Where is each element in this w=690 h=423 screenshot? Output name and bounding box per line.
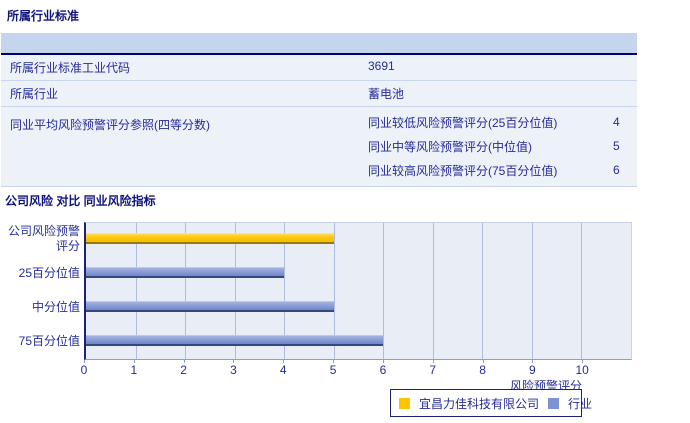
category-label-company-score: 公司风险预警评分	[7, 224, 80, 253]
table-row-peer-reference: 同业平均风险预警评分参照(四等分数) 同业较低风险预警评分(25百分位值) 4 …	[1, 107, 637, 187]
category-label-median: 中分位值	[31, 299, 80, 314]
gridline	[482, 223, 484, 359]
x-axis-ticks: 0 1 2 3 4 5 6 7 8 9 10	[80, 360, 632, 377]
subrow-low-risk: 同业较低风险预警评分(25百分位值) 4	[365, 110, 637, 134]
row-value: 3691	[368, 59, 395, 73]
subrow-value: 5	[613, 139, 620, 153]
chart-legend: 宜昌力佳科技有限公司 行业	[390, 389, 592, 417]
gridline	[581, 223, 583, 359]
x-tick-label: 7	[429, 363, 437, 377]
legend-label-industry: 行业	[568, 396, 593, 411]
industry-standard-table: 所属行业标准工业代码 3691 所属行业 蓄电池 同业平均风险预警评分参照(四等…	[1, 33, 637, 187]
gridline	[432, 223, 434, 359]
y-axis-category-labels: 公司风险预警评分 25百分位值中分位值 75百分位值	[0, 222, 80, 360]
legend-swatch-company	[399, 397, 410, 409]
x-tick-label: 6	[379, 363, 387, 377]
subrow-medium-risk: 同业中等风险预警评分(中位值) 5	[365, 134, 637, 158]
table-row-industry: 所属行业 蓄电池	[1, 81, 637, 107]
row-label: 所属行业	[10, 87, 59, 101]
table-header-band	[1, 33, 637, 55]
x-tick-label: 3	[230, 363, 237, 377]
legend-swatch-industry	[548, 397, 560, 409]
row-label: 所属行业标准工业代码	[10, 61, 131, 75]
bar-p75	[86, 335, 384, 346]
gridline	[531, 223, 533, 359]
x-tick-label: 9	[529, 363, 536, 377]
legend-label-company: 宜昌力佳科技有限公司	[419, 396, 540, 411]
section-title-risk-comparison: 公司风险 对比 同业风险指标	[5, 194, 156, 208]
subrow-label: 同业较高风险预警评分(75百分位值)	[368, 163, 558, 178]
x-tick-label: 1	[130, 363, 138, 377]
row-label: 同业平均风险预警评分参照(四等分数)	[10, 118, 210, 132]
gridline	[383, 223, 385, 359]
row-value: 蓄电池	[368, 87, 405, 101]
subrow-high-risk: 同业较高风险预警评分(75百分位值) 6	[365, 158, 637, 182]
category-label-p25: 25百分位值	[18, 265, 80, 280]
subrow-value: 4	[613, 115, 620, 129]
peer-score-subrows: 同业较低风险预警评分(25百分位值) 4 同业中等风险预警评分(中位值) 5 同…	[365, 107, 637, 186]
subrow-value: 6	[613, 163, 620, 177]
category-label-p75: 75百分位值	[18, 333, 80, 348]
x-tick-label: 4	[279, 363, 287, 377]
table-row-industry-code: 所属行业标准工业代码 3691	[1, 55, 637, 81]
bar-p25	[86, 267, 285, 278]
x-tick-label: 8	[479, 363, 486, 377]
x-tick-label: 10	[575, 363, 589, 377]
x-tick-label: 5	[329, 363, 337, 377]
bar-median	[86, 301, 334, 312]
bar-company-score	[86, 233, 334, 244]
x-tick-label: 0	[80, 363, 88, 377]
plot-area	[84, 222, 632, 360]
subrow-label: 同业较低风险预警评分(25百分位值)	[368, 115, 558, 130]
subrow-label: 同业中等风险预警评分(中位值)	[368, 139, 532, 154]
x-tick-label: 2	[180, 363, 187, 377]
section-title-industry-standard: 所属行业标准	[7, 9, 80, 23]
